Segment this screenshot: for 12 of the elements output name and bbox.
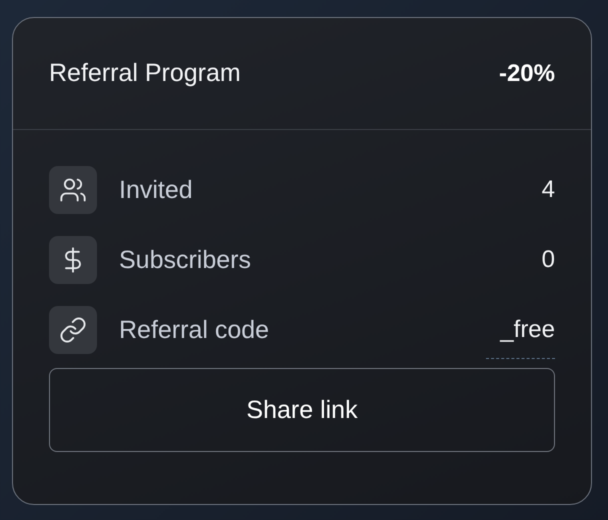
share-link-button[interactable]: Share link (49, 368, 555, 452)
row-label: Subscribers (119, 246, 252, 274)
discount-value: -20% (498, 60, 555, 88)
row-label: Invited (119, 176, 194, 204)
users-icon (49, 166, 97, 214)
row-value: 0 (542, 246, 555, 274)
row-value: 4 (542, 176, 555, 204)
card-title: Referral Program (49, 59, 241, 88)
link-icon (49, 306, 97, 354)
dollar-icon (49, 236, 97, 284)
referral-code[interactable]: _free (486, 316, 555, 358)
row-label: Referral code (119, 316, 270, 344)
